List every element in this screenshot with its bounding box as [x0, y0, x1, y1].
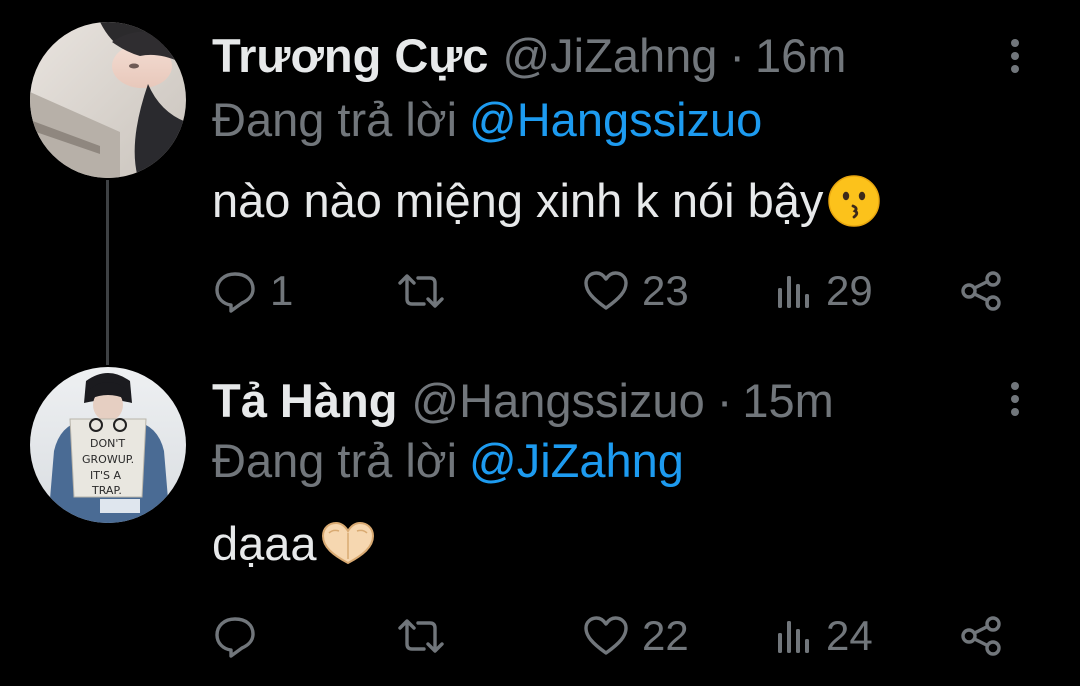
retweet-button[interactable] [396, 607, 458, 665]
like-count: 22 [642, 612, 689, 659]
tweet-header: Tả Hàng @Hangssizuo · 15m [212, 371, 834, 431]
timestamp[interactable]: 16m [755, 26, 846, 86]
like-count: 23 [642, 267, 689, 314]
more-vertical-icon [1011, 39, 1019, 73]
heart-icon [584, 616, 628, 655]
avatar[interactable]: DON'T GROWUP. IT'S A TRAP. [30, 367, 186, 523]
reply-thread: Trương Cực @JiZahng · 16m Đang trả lời @H… [0, 0, 1080, 686]
svg-text:GROWUP.: GROWUP. [82, 453, 134, 466]
replying-to-label: Đang trả lời [212, 434, 458, 487]
svg-text:IT'S A: IT'S A [90, 469, 121, 482]
share-icon [961, 616, 1001, 656]
user-handle[interactable]: @Hangssizuo [411, 371, 704, 431]
avatar[interactable] [30, 22, 186, 178]
like-button[interactable]: 23 [582, 262, 689, 320]
retweet-icon [398, 619, 444, 653]
more-options-button[interactable] [1000, 379, 1030, 419]
kissing-face-emoji [825, 172, 883, 230]
view-count: 24 [826, 612, 873, 659]
views-icon [778, 276, 809, 308]
replying-to-handle[interactable]: @JiZahng [469, 434, 684, 487]
share-icon [961, 271, 1001, 311]
more-options-button[interactable] [1000, 36, 1030, 76]
tweet-header: Trương Cực @JiZahng · 16m [212, 26, 846, 86]
replying-to-label: Đang trả lời [212, 93, 458, 146]
reply-button[interactable]: 1 [212, 262, 293, 320]
reply-count: 1 [270, 267, 294, 314]
tweet-text: nào nào miệng xinh k nói bậy [212, 172, 883, 230]
retweet-button[interactable] [396, 262, 458, 320]
svg-text:TRAP.: TRAP. [91, 484, 122, 497]
share-button[interactable] [958, 607, 1004, 665]
tweet-text-body: nào nào miệng xinh k nói bậy [212, 174, 824, 227]
tweet[interactable]: DON'T GROWUP. IT'S A TRAP. Tả Hàng @Hang… [0, 345, 1080, 686]
tweet-actions: 22 24 [212, 607, 1012, 665]
replying-to: Đang trả lời @Hangssizuo [212, 92, 762, 148]
views-icon [778, 621, 809, 653]
like-button[interactable]: 22 [582, 607, 689, 665]
replying-to-handle[interactable]: @Hangssizuo [469, 93, 762, 146]
timestamp[interactable]: 15m [742, 371, 833, 431]
tweet[interactable]: Trương Cực @JiZahng · 16m Đang trả lời @H… [0, 0, 1080, 345]
share-button[interactable] [958, 262, 1004, 320]
tweet-actions: 1 23 29 [212, 262, 1012, 320]
tweet-text: dạaa [212, 515, 377, 573]
reply-button[interactable] [212, 607, 270, 665]
separator-dot: · [716, 374, 733, 427]
views-button[interactable]: 24 [774, 607, 873, 665]
reply-icon [215, 272, 255, 313]
view-count: 29 [826, 267, 873, 314]
separator-dot: · [729, 29, 746, 82]
display-name[interactable]: Trương Cực [212, 26, 488, 86]
heart-hands-emoji [319, 515, 377, 573]
display-name[interactable]: Tả Hàng [212, 371, 397, 431]
views-button[interactable]: 29 [774, 262, 873, 320]
avatar-image [30, 22, 186, 178]
replying-to: Đang trả lời @JiZahng [212, 433, 684, 489]
user-handle[interactable]: @JiZahng [502, 26, 717, 86]
svg-text:DON'T: DON'T [90, 437, 125, 450]
more-vertical-icon [1011, 382, 1019, 416]
retweet-icon [398, 274, 444, 308]
tweet-text-body: dạaa [212, 517, 317, 570]
reply-icon [215, 617, 255, 658]
avatar-image: DON'T GROWUP. IT'S A TRAP. [30, 367, 186, 523]
heart-icon [584, 271, 628, 310]
